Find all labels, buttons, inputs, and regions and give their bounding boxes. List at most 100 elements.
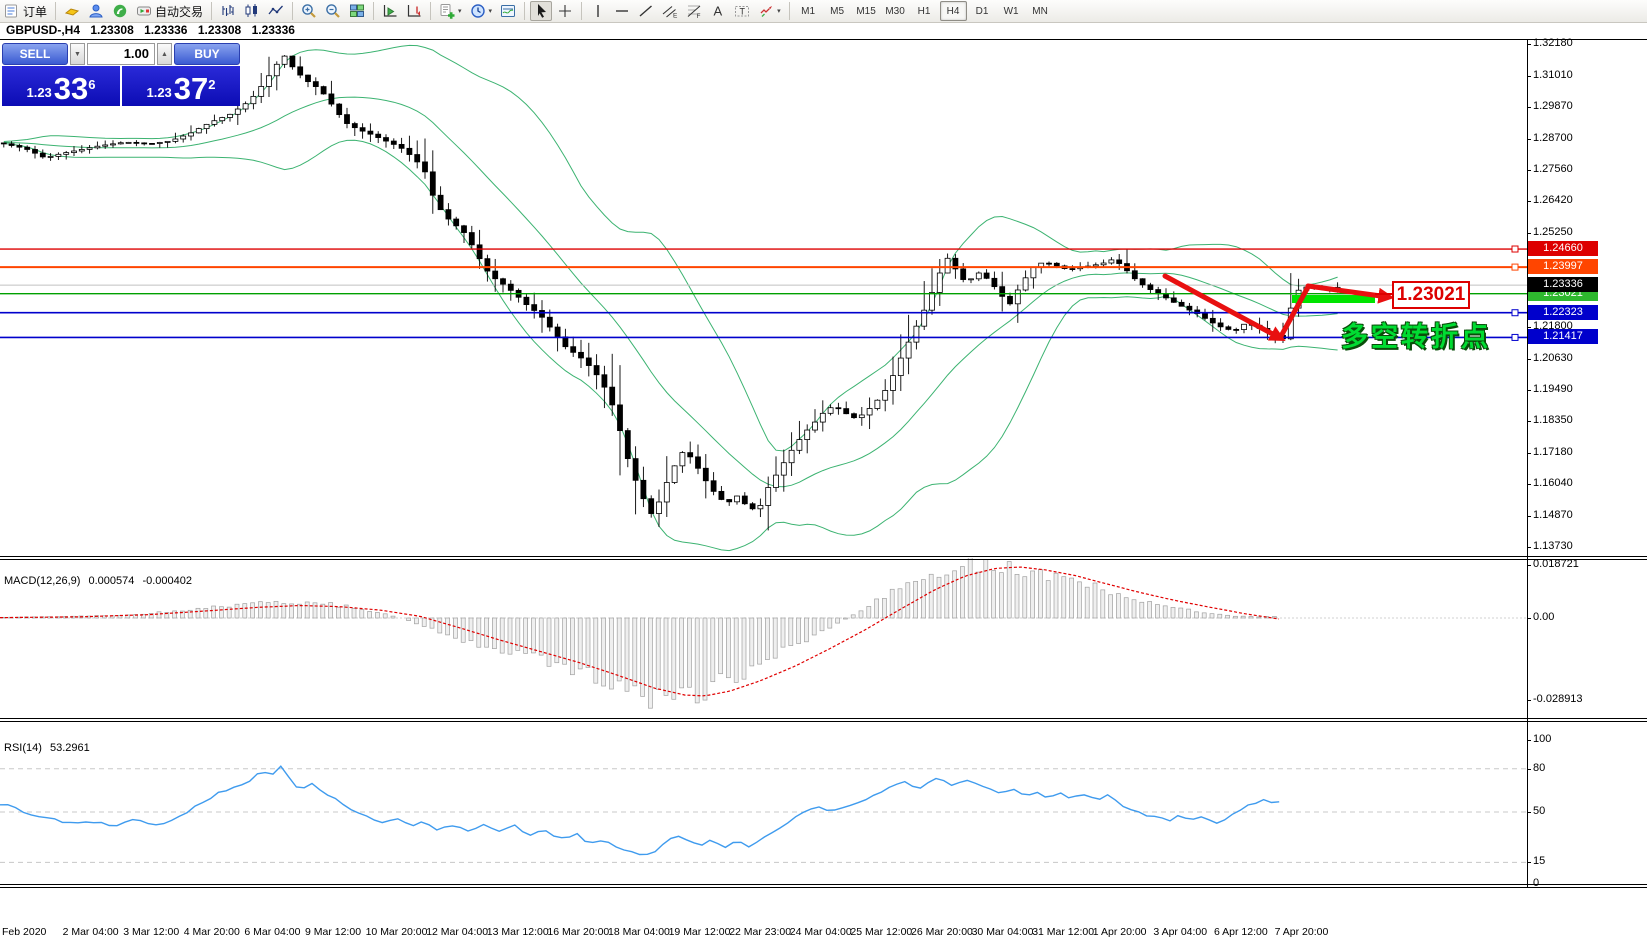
date-label: 22 Mar 23:00 [729,926,791,938]
text-label-button[interactable]: T [731,1,753,21]
date-label: 31 Mar 12:00 [1032,926,1094,938]
timeframe-h1-button[interactable]: H1 [911,1,938,21]
fibo-icon: F [686,3,702,19]
vertical-line-button[interactable] [587,1,609,21]
indicators-button[interactable]: ▾ [436,1,465,21]
bar-chart-button[interactable] [217,1,239,21]
signal-icon [112,3,128,19]
level-price-box: 1.23997 [1528,259,1598,274]
volume-input[interactable]: 1.00 [87,43,155,65]
timeframe-m5-button[interactable]: M5 [824,1,851,21]
mt4-window: 订单 自动交易 ▾ ▾ EFA T ▾ M1M5M15M30H1H4D1W1MN GBPUSD… [0,0,1647,943]
macd-label: MACD(12,26,9) 0.000574 -0.000402 [4,575,197,587]
fibonacci-button[interactable]: F [683,1,705,21]
arrows-button[interactable]: ▾ [755,1,784,21]
metaeditor-button[interactable] [61,1,83,21]
timeframe-m1-button[interactable]: M1 [795,1,822,21]
cursor-button[interactable] [530,1,552,21]
indicators-icon [439,3,455,19]
turning-point-annotation[interactable]: 多空转折点 [1341,315,1491,354]
sell-button[interactable]: SELL [2,43,68,65]
trend-icon [638,3,654,19]
timeframe-w1-button[interactable]: W1 [998,1,1025,21]
crosshair-button[interactable] [554,1,576,21]
dropdown-arrow-icon[interactable]: ▾ [777,7,781,15]
date-label: 9 Mar 12:00 [305,926,361,938]
dropdown-arrow-icon[interactable]: ▾ [489,7,493,15]
auto-scroll-button[interactable] [379,1,401,21]
person-icon [88,3,104,19]
pane-separator[interactable] [0,721,1647,722]
date-label: 3 Apr 04:00 [1153,926,1207,938]
price-tick-label: 1.29870 [1533,100,1573,112]
new-order-button[interactable]: 订单 [1,1,50,21]
macd-value-1: 0.000574 [88,575,134,587]
sell-price-button[interactable]: 1.23 33 6 [2,66,120,106]
axis-tick-mark [1527,139,1531,140]
autoscroll-icon [382,3,398,19]
rsi-pane-canvas[interactable] [0,722,1527,890]
axis-tick-mark [1527,618,1531,619]
signals-button[interactable] [109,1,131,21]
periods-button[interactable]: ▾ [467,1,496,21]
line-chart-button[interactable] [265,1,287,21]
timeframe-m30-button[interactable]: M30 [882,1,909,21]
horizontal-line-button[interactable] [611,1,633,21]
price-tick-label: 1.20630 [1533,352,1573,364]
pane-separator[interactable] [0,559,1647,560]
callout-connector-line [1375,293,1392,295]
toolbar-separator [789,2,790,20]
axis-tick-mark [1527,565,1531,566]
symbol-period-label: GBPUSD-,H4 [6,23,80,37]
chart-shift-button[interactable] [403,1,425,21]
date-label: 3 Mar 12:00 [123,926,179,938]
timeframe-m15-button[interactable]: M15 [853,1,880,21]
timeframe-mn-button[interactable]: MN [1027,1,1054,21]
pane-separator[interactable] [0,556,1647,557]
volume-increase-button[interactable]: ▲ [157,43,172,65]
pane-separator[interactable] [0,887,1647,888]
dropdown-arrow-icon[interactable]: ▾ [458,7,462,15]
volume-decrease-button[interactable]: ▼ [70,43,85,65]
autotrade-icon [136,3,152,19]
sell-price-big: 33 [54,75,88,103]
macd-pane-canvas[interactable] [0,558,1527,718]
macd-value-2: -0.000402 [142,575,192,587]
equidistant-channel-button[interactable]: E [659,1,681,21]
timeframe-h4-button[interactable]: H4 [940,1,967,21]
quote-close: 1.23336 [252,23,295,37]
current-price-box: 1.23336 [1528,277,1598,292]
price-callout-label[interactable]: 1.23021 [1392,281,1470,309]
tile-windows-button[interactable] [346,1,368,21]
timeframe-d1-button[interactable]: D1 [969,1,996,21]
templates-button[interactable] [497,1,519,21]
date-label: 18 Mar 04:00 [608,926,670,938]
tiles-icon [349,3,365,19]
axis-tick-mark [1527,740,1531,741]
pane-separator[interactable] [0,884,1647,885]
rsi-title: RSI(14) [4,742,42,754]
toolbar-separator [430,2,431,20]
label-icon: T [734,3,750,19]
cursor-icon [533,3,549,19]
macd-scale-label: 0.00 [1533,611,1554,623]
date-label: 6 Apr 12:00 [1214,926,1268,938]
arrows-icon [758,3,774,19]
zoom-in-button[interactable] [298,1,320,21]
pane-separator[interactable] [0,718,1647,719]
zoomin-icon [301,3,317,19]
autotrading-button[interactable]: 自动交易 [133,1,206,21]
trendline-button[interactable] [635,1,657,21]
sell-price-prefix: 1.23 [26,83,51,103]
text-button[interactable]: A [707,1,729,21]
buy-price-button[interactable]: 1.23 37 2 [122,66,240,106]
price-tick-label: 1.27560 [1533,163,1573,175]
svg-text:T: T [740,7,746,17]
main-chart-canvas[interactable] [0,40,1527,556]
buy-button[interactable]: BUY [174,43,240,65]
zoom-out-button[interactable] [322,1,344,21]
community-button[interactable] [85,1,107,21]
level-price-box: 1.21417 [1528,329,1598,344]
date-label: 6 Mar 04:00 [244,926,300,938]
candlestick-chart-button[interactable] [241,1,263,21]
